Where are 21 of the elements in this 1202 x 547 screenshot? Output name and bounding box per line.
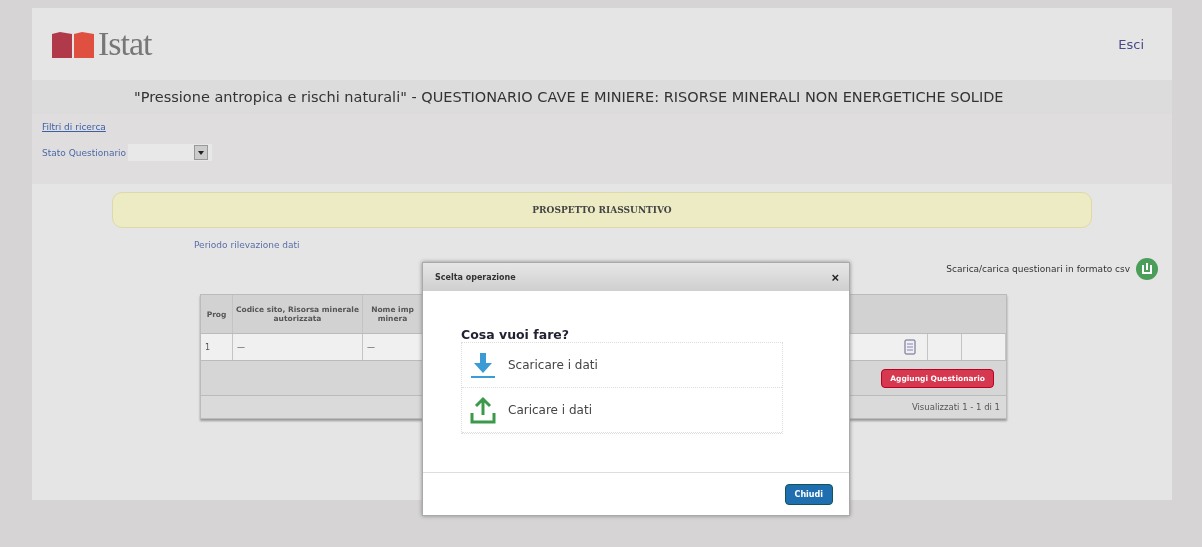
logo-text: Istat — [98, 25, 152, 63]
dropdown-icon — [194, 145, 209, 160]
option-item[interactable]: Caricare i dati — [462, 388, 782, 433]
csv-label: Scarica/carica questionari in formato csv — [946, 264, 1130, 274]
dialog-question: Cosa vuoi fare? — [461, 327, 571, 342]
close-dialog-button[interactable]: Chiudi — [784, 483, 833, 505]
page-title: "Pressione antropica e rischi naturali" - QUESTIONARIO CAVE E MINIERE: RISORSE MINERALI NON ENERGETICHE SOLIDE — [32, 80, 1172, 114]
period-label: Periodo rilevazione dati — [194, 240, 300, 250]
dialog-title: Scelta operazione — [435, 272, 516, 282]
close-button[interactable]: × — [831, 269, 839, 285]
status-select[interactable] — [128, 144, 213, 161]
document-icon[interactable] — [903, 339, 916, 355]
upload-icon — [468, 395, 498, 425]
status-label: Stato Questionario — [42, 147, 127, 158]
pager-text: Visualizzati 1 - 1 di 1 — [911, 402, 1000, 412]
summary-banner: PROSPETTO RIASSUNTIVO — [112, 192, 1092, 228]
exit-link[interactable]: Esci — [1118, 36, 1144, 52]
option-item[interactable]: Scaricare i dati — [462, 343, 782, 388]
filter-link[interactable]: Filtri di ricerca — [42, 122, 1162, 132]
download-icon — [468, 350, 498, 380]
logo-icon — [52, 30, 94, 58]
